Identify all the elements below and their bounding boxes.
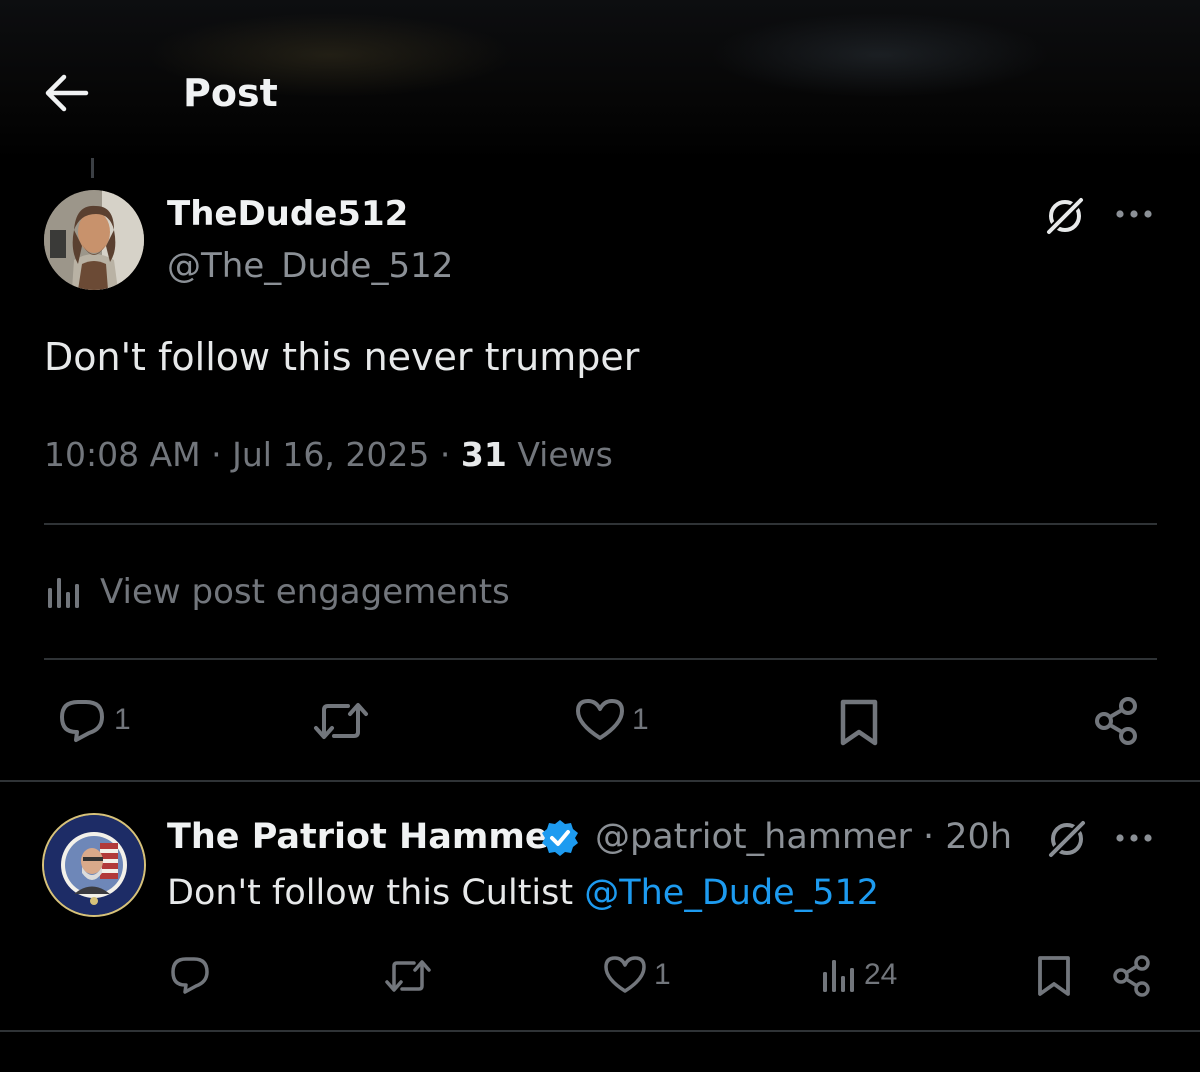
meta-separator: · [911, 817, 946, 857]
avatar-image [44, 815, 144, 915]
reply-meta: @patriot_hammer · 20h [595, 814, 1012, 860]
reply-text-body: Don't follow this Cultist [167, 873, 585, 913]
arrow-left-icon [45, 74, 89, 112]
post-metadata: 10:08 AM · Jul 16, 2025 · 31 Views [44, 432, 613, 478]
repost-icon [314, 703, 368, 739]
reply-count: 1 [114, 703, 131, 736]
heart-icon [576, 699, 624, 740]
view-engagements-link[interactable]: View post engagements [44, 568, 510, 616]
bookmark-button[interactable] [836, 696, 882, 748]
reply-age[interactable]: 20h [945, 817, 1012, 857]
divider [44, 523, 1157, 525]
engagements-label: View post engagements [100, 572, 510, 612]
divider [0, 1030, 1200, 1032]
bookmark-button[interactable] [1034, 954, 1074, 998]
analytics-icon [48, 578, 79, 608]
thread-connector [91, 158, 94, 178]
reply-author-display-name[interactable]: The Patriot Hammer [167, 814, 566, 860]
grok-icon [1045, 196, 1085, 236]
post-date[interactable]: Jul 16, 2025 [232, 435, 429, 474]
repost-button[interactable] [312, 698, 370, 744]
verified-badge-icon [542, 820, 578, 856]
more-horizontal-icon [1116, 834, 1152, 842]
more-options-button[interactable] [1112, 192, 1156, 236]
like-button[interactable]: 1 [574, 696, 649, 744]
bookmark-icon [840, 699, 878, 746]
share-button[interactable] [1092, 696, 1142, 746]
share-icon [1095, 697, 1137, 745]
avatar-image [44, 190, 144, 290]
more-horizontal-icon [1116, 210, 1152, 218]
divider [0, 780, 1200, 782]
avatar[interactable] [44, 190, 144, 290]
views-count: 24 [864, 958, 898, 991]
post-time[interactable]: 10:08 AM [44, 435, 201, 474]
share-icon [1113, 955, 1150, 997]
reply-button[interactable] [168, 954, 212, 996]
like-count: 1 [654, 958, 671, 991]
reply-avatar[interactable] [42, 813, 146, 917]
analytics-icon [823, 960, 854, 992]
grok-button[interactable] [1044, 816, 1090, 862]
meta-separator: · [200, 435, 233, 474]
page-title: Post [183, 71, 278, 115]
page-header: Post [0, 40, 1200, 140]
share-button[interactable] [1110, 954, 1154, 998]
reply-button[interactable]: 1 [56, 696, 131, 744]
divider [44, 658, 1157, 660]
repost-button[interactable] [384, 956, 432, 996]
heart-icon [604, 956, 646, 993]
bookmark-icon [1038, 956, 1070, 996]
reply-icon [171, 957, 209, 994]
reply-icon [60, 700, 104, 742]
like-count: 1 [632, 703, 649, 736]
views-button[interactable]: 24 [820, 954, 897, 996]
reply-author-handle[interactable]: @patriot_hammer [595, 817, 912, 857]
repost-icon [385, 960, 431, 992]
mention-link[interactable]: @The_Dude_512 [584, 873, 879, 913]
grok-button[interactable] [1042, 193, 1088, 239]
like-button[interactable]: 1 [602, 954, 671, 996]
author-display-name[interactable]: TheDude512 [167, 192, 408, 236]
post-text: Don't follow this never trumper [44, 335, 640, 379]
views-label: Views [517, 435, 613, 474]
reply-text: Don't follow this Cultist @The_Dude_512 [167, 870, 879, 916]
views-count: 31 [460, 435, 507, 474]
more-options-button[interactable] [1112, 816, 1156, 860]
meta-separator: · [429, 435, 461, 474]
back-button[interactable] [40, 70, 92, 116]
author-handle[interactable]: @The_Dude_512 [167, 244, 453, 288]
grok-icon [1047, 819, 1087, 859]
